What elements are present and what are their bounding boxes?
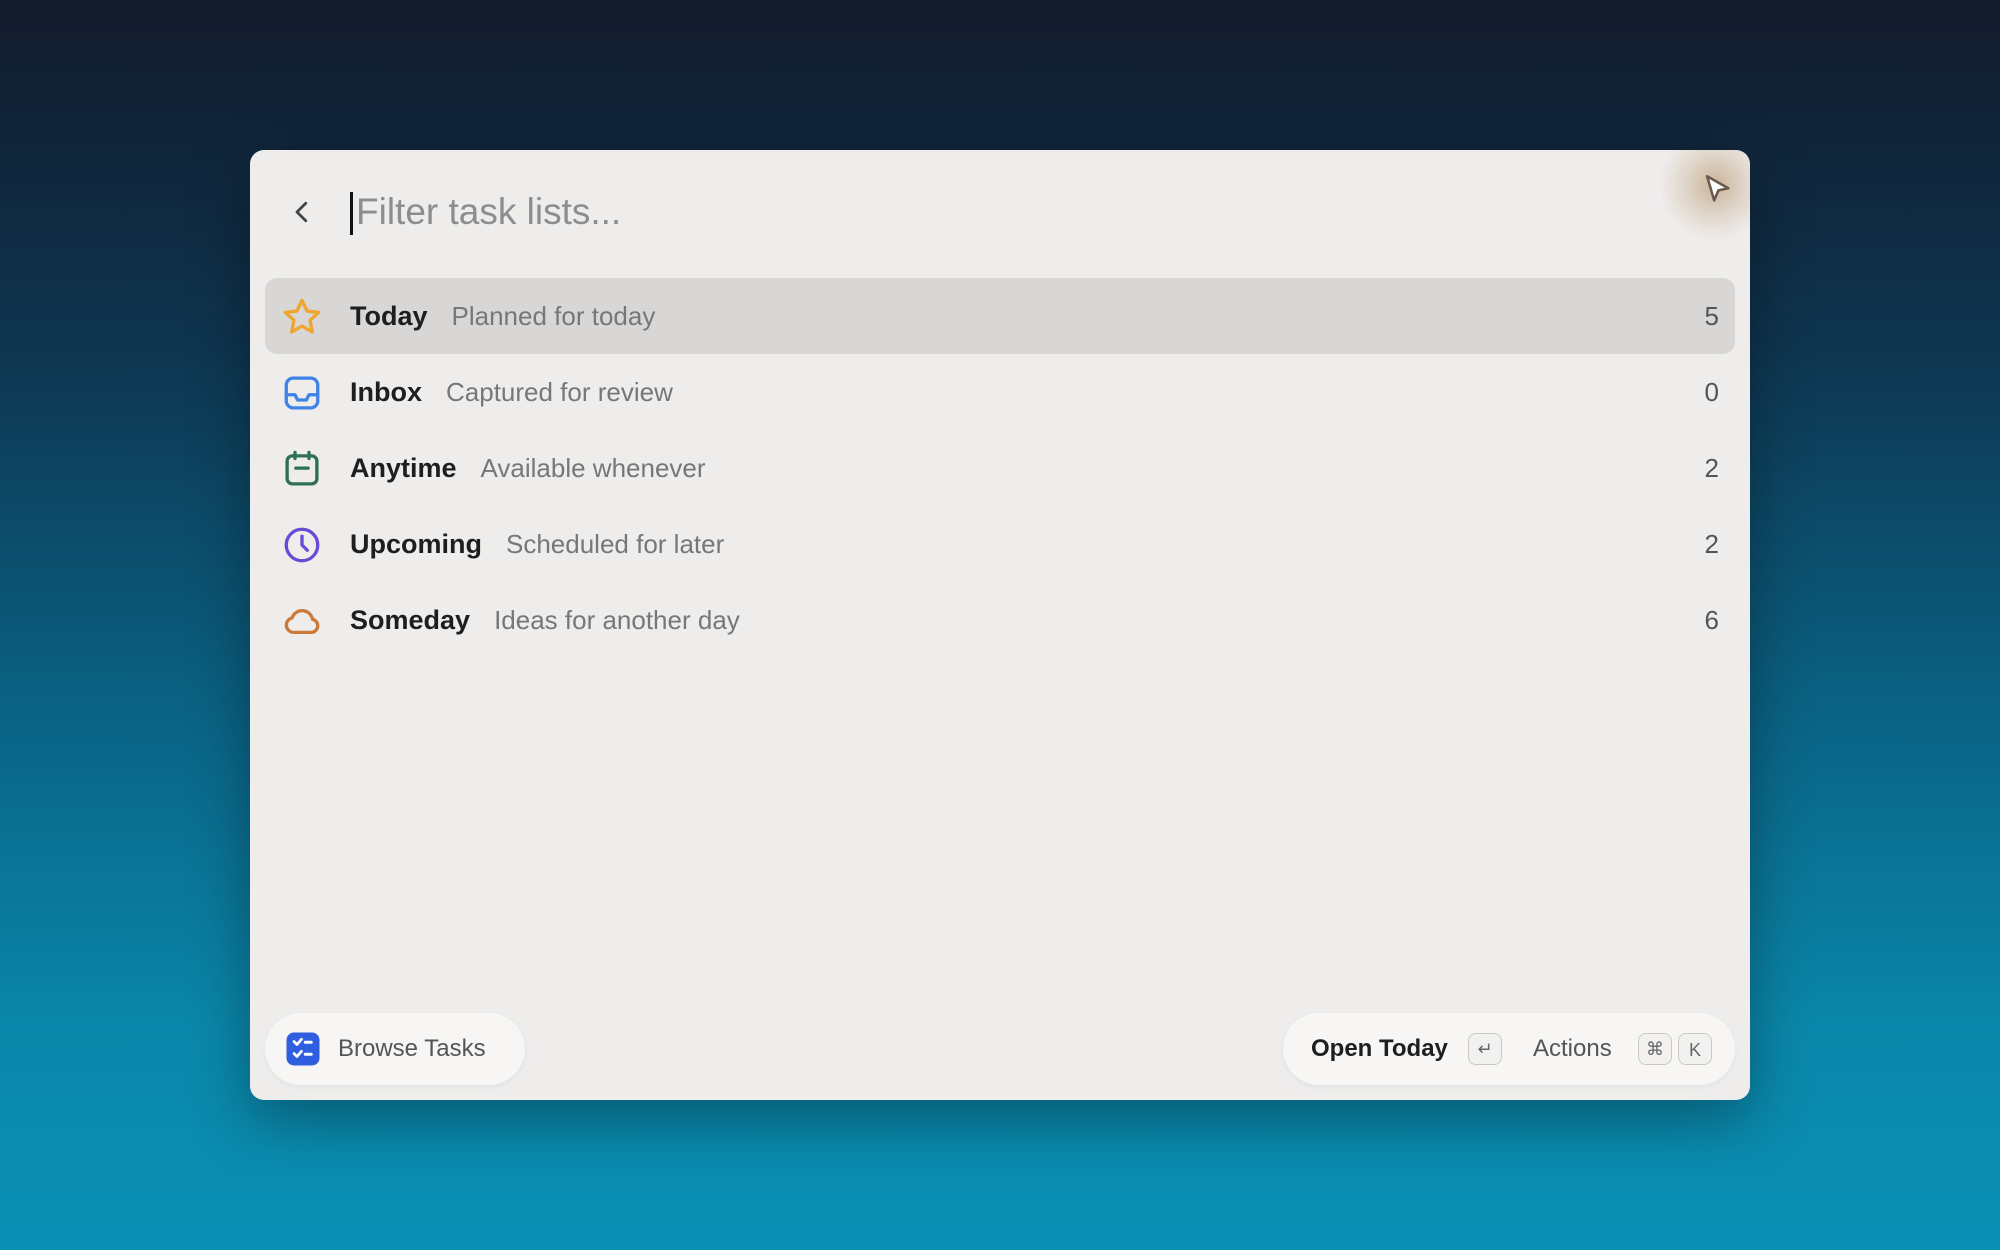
list-item-subtitle: Captured for review xyxy=(446,377,673,407)
list-item-count: 5 xyxy=(1704,301,1719,331)
browse-tasks-button[interactable]: Browse Tasks xyxy=(265,1013,525,1085)
list-item-count: 2 xyxy=(1704,453,1719,483)
back-button[interactable] xyxy=(280,190,324,234)
list-item-title: Anytime Available whenever xyxy=(350,453,706,483)
inbox-tray-icon xyxy=(284,376,320,410)
list-item-subtitle: Planned for today xyxy=(451,301,656,331)
search-header xyxy=(250,150,1750,276)
list-item-inbox[interactable]: Inbox Captured for review 0 xyxy=(265,354,1735,430)
list-item-count: 6 xyxy=(1704,605,1719,635)
actions-button[interactable]: Actions xyxy=(1533,1013,1612,1085)
list-item-today[interactable]: Today Planned for today 5 xyxy=(265,278,1735,354)
list-item-subtitle: Scheduled for later xyxy=(506,529,725,559)
list-item-upcoming[interactable]: Upcoming Scheduled for later 2 xyxy=(265,506,1735,582)
list-item-count: 2 xyxy=(1704,529,1719,559)
list-item-anytime[interactable]: Anytime Available whenever 2 xyxy=(265,430,1735,506)
calendar-icon xyxy=(285,450,319,486)
k-key-hint: K xyxy=(1678,1033,1712,1065)
task-list: Today Planned for today 5 Inbox Captured f… xyxy=(265,278,1735,658)
list-item-title: Someday Ideas for another day xyxy=(350,605,740,635)
enter-key-hint: ↵ xyxy=(1468,1033,1502,1065)
list-item-subtitle: Available whenever xyxy=(480,453,706,483)
list-item-count: 0 xyxy=(1704,377,1719,407)
cursor-pointer-icon xyxy=(1705,174,1730,202)
list-item-title: Today Planned for today xyxy=(350,301,656,331)
list-item-title: Upcoming Scheduled for later xyxy=(350,529,725,559)
clock-icon xyxy=(284,527,320,563)
command-key-hint: ⌘ xyxy=(1638,1033,1672,1065)
text-caret xyxy=(350,192,353,235)
command-palette-window: TodayPlanned for today 5 InboxCaptured f… xyxy=(250,150,1750,1100)
list-item-subtitle: Ideas for another day xyxy=(494,605,740,635)
filter-input[interactable] xyxy=(350,182,1556,242)
list-item-someday[interactable]: Someday Ideas for another day 6 xyxy=(265,582,1735,658)
tasks-app-icon xyxy=(286,1032,320,1066)
action-bar: Open Today ↵ Actions ⌘ K xyxy=(1283,1013,1735,1085)
cloud-icon xyxy=(284,608,320,635)
browse-tasks-label: Browse Tasks xyxy=(338,1035,486,1062)
star-icon xyxy=(283,298,321,334)
list-item-title: Inbox Captured for review xyxy=(350,377,673,407)
chevron-left-icon xyxy=(295,201,308,223)
open-today-button[interactable]: Open Today xyxy=(1311,1013,1448,1085)
